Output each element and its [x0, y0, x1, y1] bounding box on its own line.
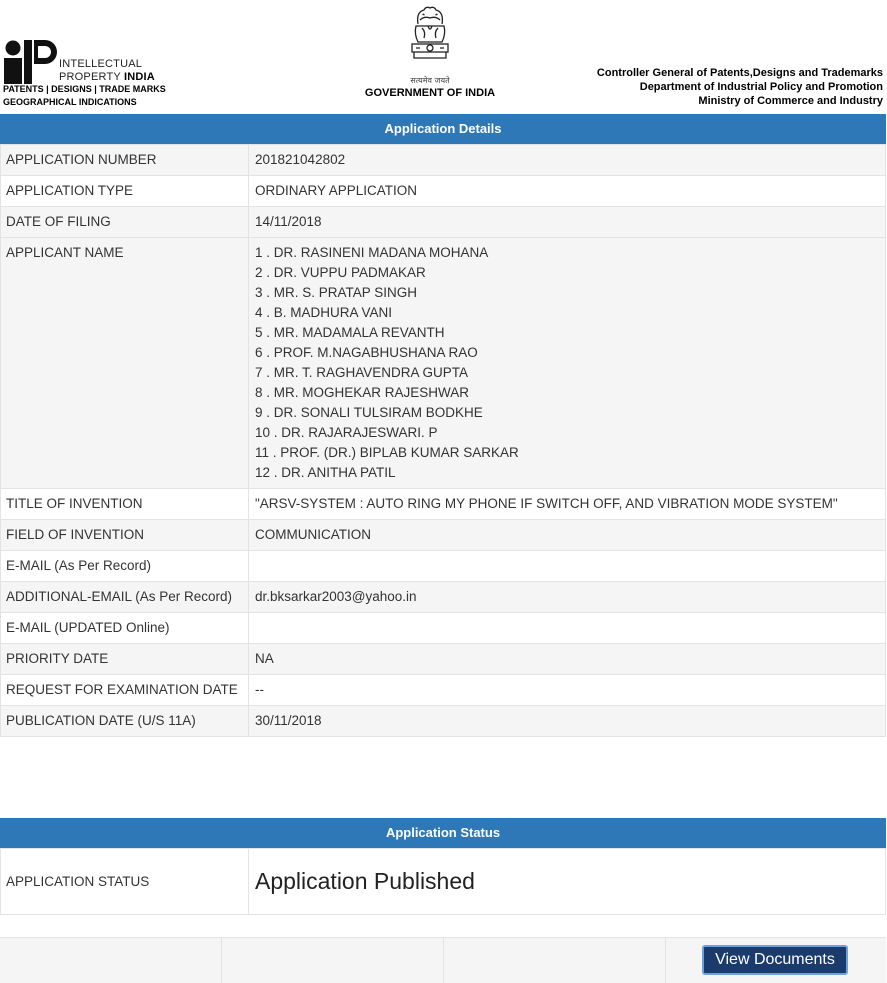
ip-india-logo-mark-icon [3, 38, 59, 84]
ip-india-text-3: PATENTS | DESIGNS | TRADE MARKS [3, 84, 166, 94]
applicant-name: 9 . DR. SONALI TULSIRAM BODKHE [255, 403, 879, 423]
application-number-value: 201821042802 [249, 145, 886, 176]
field-of-invention-label: FIELD OF INVENTION [1, 520, 249, 551]
ip-india-text-2a: PROPERTY [59, 71, 124, 83]
table-row: REQUEST FOR EXAMINATION DATE -- [1, 675, 886, 706]
table-row: APPLICATION NUMBER 201821042802 [1, 145, 886, 176]
section-spacer [0, 737, 887, 818]
applicant-name: 3 . MR. S. PRATAP SINGH [255, 283, 879, 303]
table-row: APPLICANT NAME 1 . DR. RASINENI MADANA M… [1, 238, 886, 489]
ip-india-text-1: INTELLECTUAL [59, 58, 142, 70]
applicant-name: 8 . MR. MOGHEKAR RAJESHWAR [255, 383, 879, 403]
application-status-value: Application Published [249, 849, 886, 915]
applicant-names-list: 1 . DR. RASINENI MADANA MOHANA 2 . DR. V… [249, 238, 886, 489]
table-row: PRIORITY DATE NA [1, 644, 886, 675]
application-details-table: APPLICATION NUMBER 201821042802 APPLICAT… [0, 144, 886, 737]
table-row: APPLICATION STATUS Application Published [1, 849, 886, 915]
applicant-name: 11 . PROF. (DR.) BIPLAB KUMAR SARKAR [255, 443, 879, 463]
ip-india-text-2b: INDIA [124, 71, 155, 83]
request-exam-date-value: -- [249, 675, 886, 706]
publication-date-label: PUBLICATION DATE (U/S 11A) [1, 706, 249, 737]
ministry-line-2: Department of Industrial Policy and Prom… [597, 80, 883, 94]
email-updated-value [249, 613, 886, 644]
footer-cell [444, 938, 666, 983]
view-documents-button[interactable]: View Documents [702, 945, 848, 975]
table-row: TITLE OF INVENTION "ARSV-SYSTEM : AUTO R… [1, 489, 886, 520]
application-type-value: ORDINARY APPLICATION [249, 176, 886, 207]
additional-email-label: ADDITIONAL-EMAIL (As Per Record) [1, 582, 249, 613]
ministry-line-3: Ministry of Commerce and Industry [597, 94, 883, 108]
email-updated-label: E-MAIL (UPDATED Online) [1, 613, 249, 644]
ministry-info: Controller General of Patents,Designs an… [597, 66, 883, 108]
applicant-name: 2 . DR. VUPPU PADMAKAR [255, 263, 879, 283]
email-label: E-MAIL (As Per Record) [1, 551, 249, 582]
application-status-header: Application Status [0, 818, 886, 848]
table-row: DATE OF FILING 14/11/2018 [1, 207, 886, 238]
table-row: E-MAIL (UPDATED Online) [1, 613, 886, 644]
applicant-name-label: APPLICANT NAME [1, 238, 249, 489]
applicant-name: 1 . DR. RASINENI MADANA MOHANA [255, 243, 879, 263]
table-row: E-MAIL (As Per Record) [1, 551, 886, 582]
title-of-invention-label: TITLE OF INVENTION [1, 489, 249, 520]
publication-date-value: 30/11/2018 [249, 706, 886, 737]
applicant-name: 5 . MR. MADAMALA REVANTH [255, 323, 879, 343]
additional-email-value: dr.bksarkar2003@yahoo.in [249, 582, 886, 613]
email-value [249, 551, 886, 582]
applicant-name: 12 . DR. ANITHA PATIL [255, 463, 879, 483]
priority-date-label: PRIORITY DATE [1, 644, 249, 675]
table-row: FIELD OF INVENTION COMMUNICATION [1, 520, 886, 551]
ashoka-emblem-icon [398, 4, 462, 76]
applicant-name: 10 . DR. RAJARAJESWARI. P [255, 423, 879, 443]
request-exam-date-label: REQUEST FOR EXAMINATION DATE [1, 675, 249, 706]
field-of-invention-value: COMMUNICATION [249, 520, 886, 551]
priority-date-value: NA [249, 644, 886, 675]
ip-india-text-4: GEOGRAPHICAL INDICATIONS [3, 97, 137, 107]
table-row: APPLICATION TYPE ORDINARY APPLICATION [1, 176, 886, 207]
ip-india-text-2: PROPERTY INDIA [59, 71, 155, 83]
application-number-label: APPLICATION NUMBER [1, 145, 249, 176]
footer-bar: View Documents [0, 937, 886, 983]
applicant-name: 7 . MR. T. RAGHAVENDRA GUPTA [255, 363, 879, 383]
footer-cell [0, 938, 222, 983]
government-of-india-label: GOVERNMENT OF INDIA [360, 86, 500, 100]
table-row: ADDITIONAL-EMAIL (As Per Record) dr.bksa… [1, 582, 886, 613]
emblem-motto: सत्यमेव जयते [360, 76, 500, 86]
table-row: PUBLICATION DATE (U/S 11A) 30/11/2018 [1, 706, 886, 737]
date-of-filing-label: DATE OF FILING [1, 207, 249, 238]
applicant-name: 6 . PROF. M.NAGABHUSHANA RAO [255, 343, 879, 363]
footer-cell [222, 938, 444, 983]
application-status-table: APPLICATION STATUS Application Published [0, 848, 886, 915]
applicant-name: 4 . B. MADHURA VANI [255, 303, 879, 323]
page-header: INTELLECTUAL PROPERTY INDIA PATENTS | DE… [0, 0, 887, 114]
government-emblem: सत्यमेव जयते GOVERNMENT OF INDIA [360, 4, 500, 100]
application-details-header: Application Details [0, 114, 886, 144]
date-of-filing-value: 14/11/2018 [249, 207, 886, 238]
application-type-label: APPLICATION TYPE [1, 176, 249, 207]
application-status-label: APPLICATION STATUS [1, 849, 249, 915]
title-of-invention-value: "ARSV-SYSTEM : AUTO RING MY PHONE IF SWI… [249, 489, 886, 520]
ministry-line-1: Controller General of Patents,Designs an… [597, 66, 883, 80]
